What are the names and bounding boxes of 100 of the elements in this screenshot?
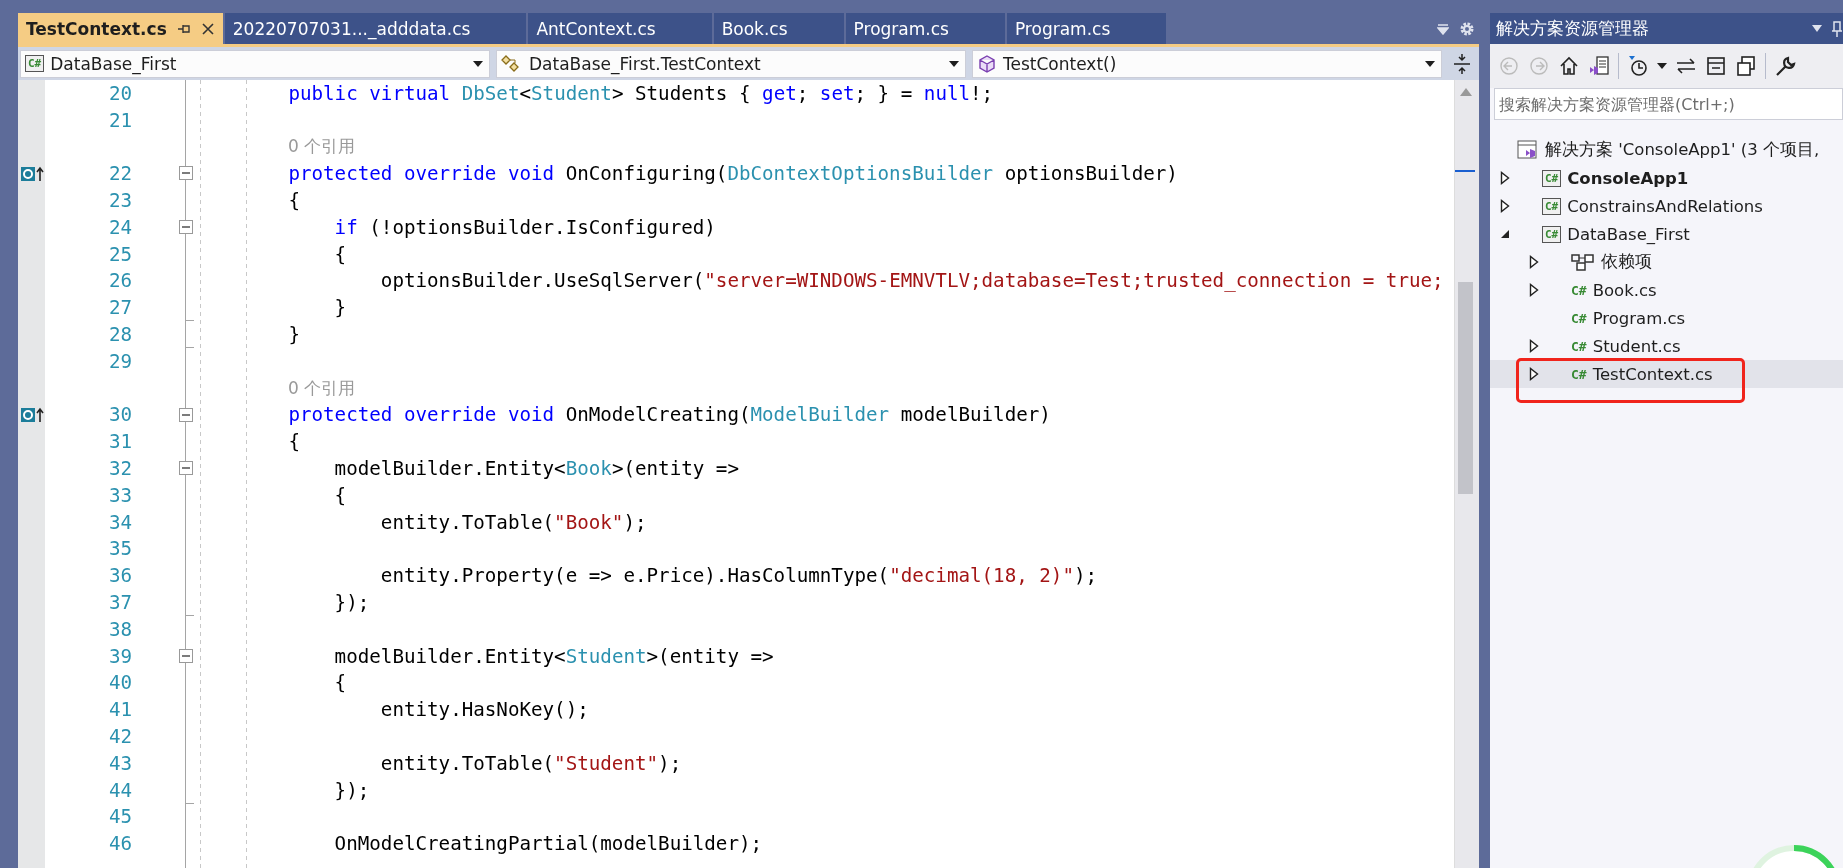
- line-number: 45: [107, 805, 133, 829]
- tree-item[interactable]: C# DataBase_First: [1490, 220, 1843, 248]
- line-number: 39: [107, 644, 133, 668]
- tree-item[interactable]: C# ConstrainsAndRelations: [1490, 192, 1843, 220]
- copy-icon[interactable]: [1735, 55, 1757, 77]
- code-line: }: [287, 323, 300, 347]
- code-line: modelBuilder.Entity<Student>(entity =>: [333, 644, 774, 668]
- line-number: 24: [107, 215, 133, 239]
- line-number: 40: [107, 671, 133, 695]
- project-dropdown[interactable]: C# DataBase_First: [20, 49, 490, 78]
- document-tab[interactable]: AntContext.cs: [528, 13, 712, 44]
- caret-icon[interactable]: [949, 60, 959, 67]
- tree-item[interactable]: C# ConsoleApp1: [1490, 164, 1843, 192]
- collapse-icon[interactable]: [1500, 229, 1510, 239]
- caret-icon[interactable]: [1425, 60, 1435, 67]
- document-tab[interactable]: Book.cs: [713, 13, 844, 44]
- scroll-thumb[interactable]: [1458, 282, 1473, 494]
- code-line: entity.ToTable("Book");: [379, 510, 647, 534]
- csharp-project-icon: C#: [1542, 169, 1562, 187]
- split-icon[interactable]: [1452, 52, 1472, 75]
- tree-item[interactable]: C# Book.cs: [1490, 276, 1843, 304]
- caret-icon[interactable]: [1657, 63, 1667, 69]
- panel-title: 解决方案资源管理器: [1496, 17, 1649, 40]
- override-icon[interactable]: [21, 165, 45, 182]
- search-field[interactable]: 搜索解决方案资源管理器(Ctrl+;): [1494, 88, 1843, 120]
- expand-icon[interactable]: [1500, 199, 1510, 213]
- tree-item[interactable]: 解决方案 'ConsoleApp1' (3 个项目,: [1490, 136, 1843, 164]
- collapse-all-icon[interactable]: [1705, 55, 1727, 77]
- cube-icon: [977, 53, 997, 74]
- home-icon[interactable]: [1558, 55, 1580, 77]
- csharp-project-icon: C#: [1542, 225, 1562, 243]
- line-number: 20: [107, 81, 133, 105]
- line-number: 38: [107, 617, 133, 641]
- code-line: });: [333, 591, 370, 615]
- code-line: {: [287, 189, 300, 213]
- code-line: {: [287, 430, 300, 454]
- code-line: {: [333, 483, 347, 507]
- code-line: protected override void OnConfiguring(DbContextOptionsBuilder optionsBuilder): [287, 162, 1178, 186]
- solution-view-icon[interactable]: [1588, 55, 1610, 77]
- line-number: 28: [107, 323, 133, 347]
- csharp-file-icon: C#: [1571, 282, 1587, 298]
- line-number: 44: [107, 778, 133, 802]
- scrollbar[interactable]: [1454, 80, 1479, 868]
- line-number: 37: [107, 591, 133, 615]
- member-dropdown[interactable]: TestContext(): [972, 49, 1442, 78]
- expand-icon[interactable]: [1529, 283, 1539, 297]
- type-dropdown[interactable]: DataBase_First.TestContext: [496, 49, 966, 78]
- document-tab[interactable]: Program.cs: [845, 13, 1005, 44]
- caret-icon[interactable]: [473, 60, 483, 67]
- line-number: 23: [107, 189, 133, 213]
- code-line: public virtual DbSet<Student> Students { get; set; } = null!;: [287, 81, 994, 105]
- solution-icon: [1517, 139, 1539, 161]
- dropdown-icon[interactable]: [1811, 23, 1823, 34]
- line-number: 30: [107, 403, 133, 427]
- tree-item[interactable]: C# Student.cs: [1490, 332, 1843, 360]
- expand-icon[interactable]: [1529, 367, 1539, 381]
- csharp-file-icon: C#: [1571, 366, 1587, 382]
- line-number: 43: [107, 751, 133, 775]
- line-number: 34: [107, 510, 133, 534]
- code-line: modelBuilder.Entity<Book>(entity =>: [333, 457, 739, 481]
- wrench-icon[interactable]: [1774, 55, 1796, 77]
- pin-icon[interactable]: [176, 22, 191, 35]
- code-line: entity.Property(e => e.Price).HasColumnType("decimal(18, 2)");: [379, 564, 1098, 588]
- code-line: if (!optionsBuilder.IsConfigured): [333, 215, 716, 239]
- history-icon[interactable]: [1627, 55, 1649, 77]
- settings-icon[interactable]: [1459, 20, 1475, 37]
- line-number: 27: [107, 296, 133, 320]
- expand-icon[interactable]: [1529, 339, 1539, 353]
- line-number: 26: [107, 269, 133, 293]
- close-icon[interactable]: [200, 21, 215, 36]
- csharp-file-icon: C#: [1571, 310, 1587, 326]
- code-line: entity.ToTable("Student");: [379, 751, 682, 775]
- line-number: 21: [107, 108, 133, 132]
- code-line: optionsBuilder.UseSqlServer("server=WINDOWS-EMNVTLV;database=Test;trusted_connection = true;: [379, 269, 1444, 293]
- code-line: OnModelCreatingPartial(modelBuilder);: [333, 832, 763, 856]
- dropdown-icon[interactable]: [1437, 22, 1449, 35]
- line-number: 42: [107, 725, 133, 748]
- csharp-file-icon: C#: [1571, 338, 1587, 354]
- document-tab[interactable]: 20220707031..._adddata.cs: [224, 13, 527, 44]
- line-number: 31: [107, 430, 133, 454]
- override-icon[interactable]: [21, 406, 45, 423]
- tree-item[interactable]: C# TestContext.cs: [1490, 360, 1843, 388]
- line-number: 29: [107, 349, 133, 373]
- line-number: 41: [107, 698, 133, 722]
- document-tab[interactable]: TestContext.cs: [18, 13, 223, 44]
- expand-icon[interactable]: [1500, 171, 1510, 185]
- code-line: });: [333, 778, 370, 802]
- code-line: entity.HasNoKey();: [379, 698, 589, 722]
- line-number: 36: [107, 564, 133, 588]
- line-number: 46: [107, 832, 133, 856]
- tree-item[interactable]: 依赖项: [1490, 248, 1843, 276]
- csharp-project-icon: C#: [1542, 197, 1562, 215]
- code-line: protected override void OnModelCreating(ModelBuilder modelBuilder): [287, 403, 1051, 427]
- line-number: 35: [107, 537, 133, 561]
- document-tab[interactable]: Program.cs: [1006, 13, 1167, 44]
- tree-item[interactable]: C# Program.cs: [1490, 304, 1843, 332]
- code-line: }: [333, 296, 347, 320]
- code-line: {: [333, 242, 347, 266]
- expand-icon[interactable]: [1529, 255, 1539, 269]
- line-number: 25: [107, 242, 133, 266]
